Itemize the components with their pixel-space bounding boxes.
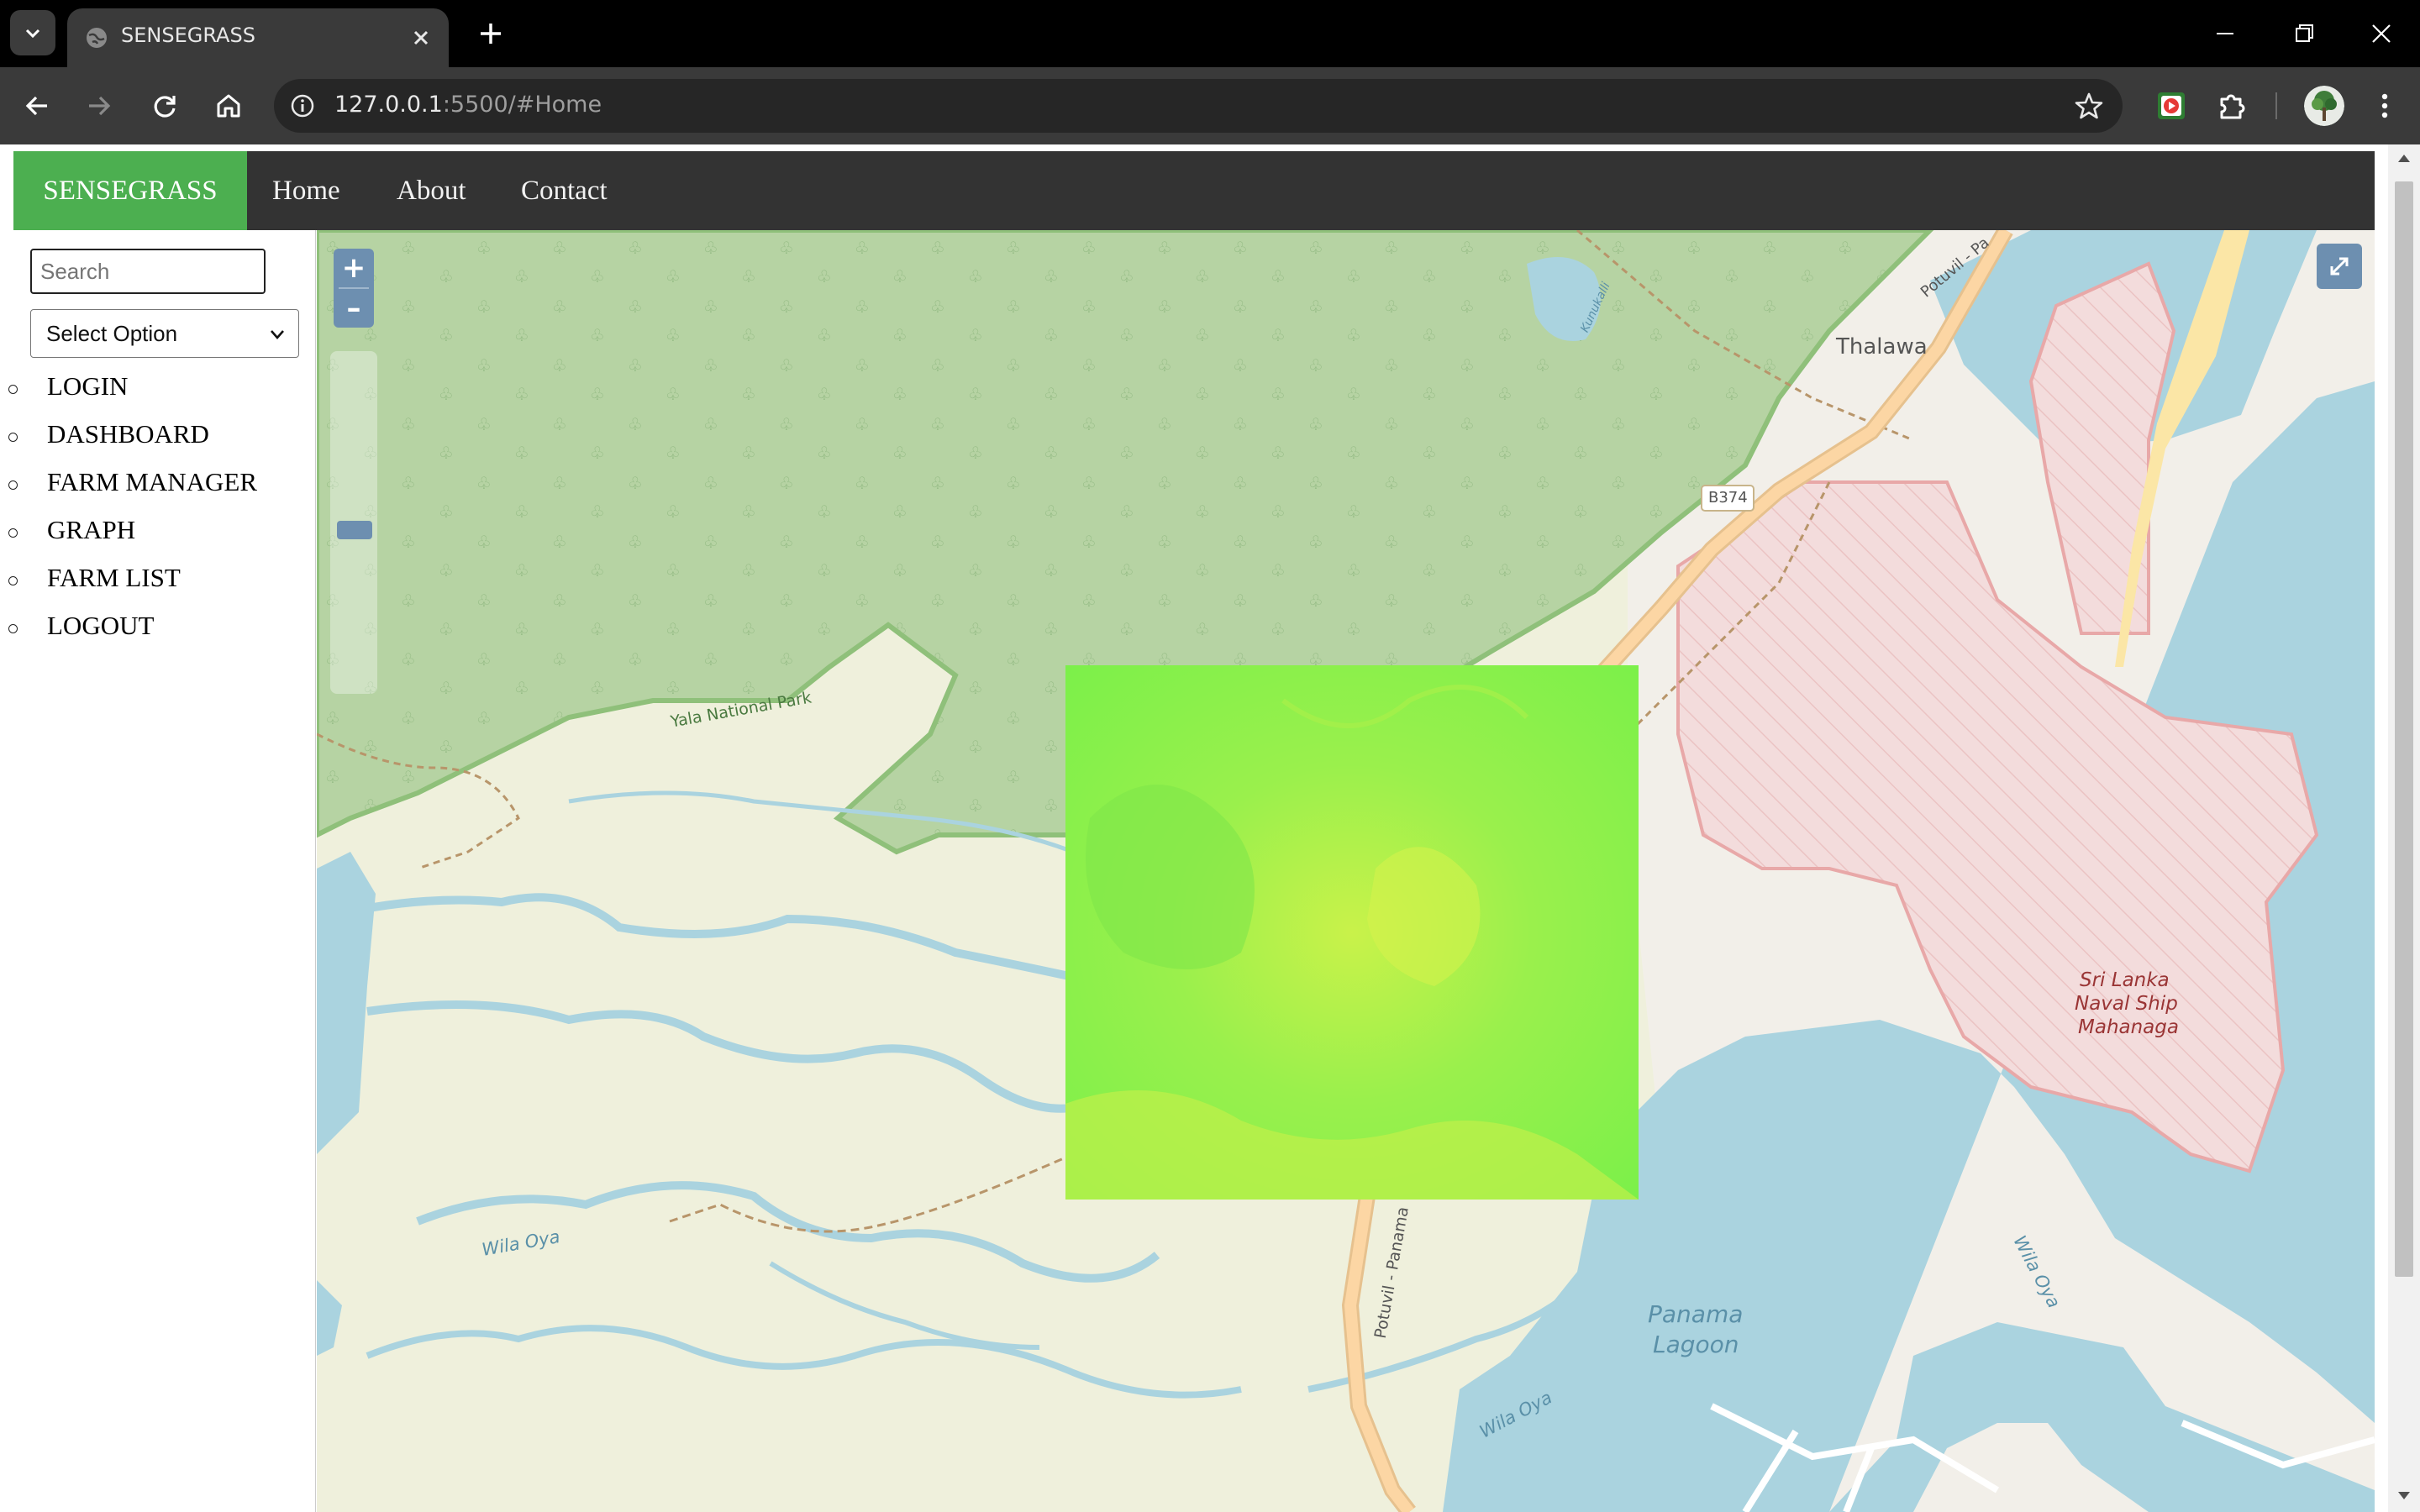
zoom-out-button[interactable]: – — [334, 289, 374, 328]
menu-label: LOGIN — [47, 371, 129, 401]
chevron-down-icon — [271, 330, 284, 339]
chevron-down-icon — [25, 29, 40, 39]
profile-avatar[interactable] — [2304, 86, 2344, 126]
bullet-icon — [8, 576, 18, 585]
map-label-b374: B374 — [1708, 489, 1748, 507]
bullet-icon — [8, 385, 18, 394]
tab-search-button[interactable] — [10, 10, 55, 55]
page-viewport: SENSEGRASS Home About Contact Select Opt… — [0, 144, 2420, 1512]
bullet-icon — [8, 480, 18, 490]
profile-tree-icon — [2304, 86, 2344, 126]
menu-label: LOGOUT — [47, 611, 155, 640]
reload-icon[interactable] — [145, 86, 185, 126]
menu-label: FARM MANAGER — [47, 467, 258, 496]
zoom-control: + – — [334, 249, 374, 328]
close-window-icon[interactable] — [2363, 15, 2400, 52]
scroll-down-arrow-icon[interactable] — [2398, 1492, 2410, 1499]
close-tab-icon[interactable] — [408, 25, 434, 50]
scroll-up-arrow-icon[interactable] — [2398, 155, 2410, 162]
map-label-lagoon: Lagoon — [1653, 1331, 1739, 1358]
forward-arrow-icon[interactable] — [79, 86, 119, 126]
map-label-panama: Panama — [1648, 1300, 1744, 1328]
bullet-icon — [8, 624, 18, 633]
sidebar: Select Option LOGIN DASHBOARD FARM MANAG… — [0, 230, 316, 1512]
nav-link-about[interactable]: About — [397, 151, 466, 230]
globe-icon — [87, 28, 107, 48]
menu-kebab-icon[interactable] — [2365, 86, 2405, 126]
url-text: 127.0.0.1:5500/#Home — [334, 92, 602, 118]
back-arrow-icon[interactable] — [17, 86, 57, 126]
map-canvas[interactable]: ♧ ♧ — [317, 230, 2375, 1512]
browser-tabstrip: SENSEGRASS — [0, 0, 2420, 67]
nav-link-home[interactable]: Home — [272, 151, 340, 230]
scrollbar-thumb[interactable] — [2395, 181, 2413, 1277]
bullet-icon — [8, 433, 18, 442]
top-navigation-bar: SENSEGRASS Home About Contact — [13, 151, 2375, 230]
extension-record-icon[interactable] — [2151, 86, 2191, 126]
select-value: Select Option — [46, 320, 178, 346]
toolbar-divider — [2275, 92, 2277, 119]
home-icon[interactable] — [208, 86, 249, 126]
url-path: :5500/#Home — [442, 92, 602, 118]
menu-label: DASHBOARD — [47, 419, 209, 449]
browser-tab-active[interactable]: SENSEGRASS — [67, 8, 449, 67]
browser-toolbar: 127.0.0.1:5500/#Home — [0, 67, 2420, 144]
address-bar[interactable]: 127.0.0.1:5500/#Home — [274, 79, 2123, 133]
zoom-in-button[interactable]: + — [334, 249, 374, 287]
option-select[interactable]: Select Option — [30, 309, 299, 358]
brand-link[interactable]: SENSEGRASS — [13, 151, 247, 230]
new-tab-icon[interactable] — [474, 17, 508, 50]
nav-link-contact[interactable]: Contact — [521, 151, 608, 230]
basemap: ♧ ♧ — [317, 230, 2375, 1512]
search-input[interactable] — [30, 249, 266, 294]
zoom-slider-handle[interactable] — [337, 521, 372, 539]
map-label-thalawa: Thalawa — [1836, 334, 1928, 360]
map-label-naval-3: Mahanaga — [2078, 1016, 2179, 1038]
menu-label: FARM LIST — [47, 563, 181, 592]
menu-label: GRAPH — [47, 515, 136, 544]
tab-title: SENSEGRASS — [121, 24, 255, 47]
zoom-slider[interactable] — [330, 351, 377, 694]
restore-icon[interactable] — [2286, 15, 2323, 52]
expand-icon — [2330, 257, 2349, 276]
map-label-naval-2: Naval Ship — [2075, 993, 2178, 1015]
extensions-puzzle-icon[interactable] — [2212, 86, 2252, 126]
url-host: 127.0.0.1 — [334, 92, 443, 118]
page-scrollbar[interactable] — [2388, 144, 2420, 1512]
bullet-icon — [8, 528, 18, 538]
site-info-icon[interactable] — [289, 92, 316, 119]
map-label-naval-1: Sri Lanka — [2080, 969, 2170, 991]
bookmark-star-icon[interactable] — [2074, 91, 2104, 121]
fullscreen-button[interactable] — [2317, 244, 2362, 289]
minimize-icon[interactable] — [2207, 15, 2244, 52]
